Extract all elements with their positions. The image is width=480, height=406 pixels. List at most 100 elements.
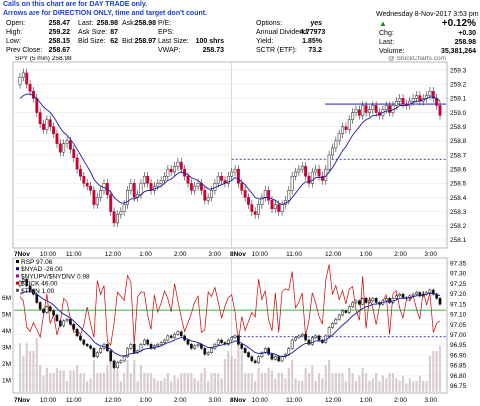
volume-bar: [123, 373, 126, 392]
breadth-y-tick: 96.95: [450, 342, 467, 349]
legend-entry: $NYAD -26.00: [21, 266, 63, 273]
price-candle-body: [193, 185, 197, 191]
price-candle-body: [367, 109, 371, 113]
price-candle-body: [132, 183, 136, 198]
volume-bar: [324, 365, 327, 392]
breadth-y-tick: 97.30: [450, 271, 467, 278]
rsp-candle-body: [344, 310, 348, 313]
rsp-candle-body: [290, 339, 294, 349]
volume-bar: [267, 367, 270, 392]
price-candle-body: [206, 197, 210, 201]
rsp-candle-body: [79, 335, 82, 341]
rsp-candle-body: [179, 331, 183, 337]
price-candle-body: [99, 190, 103, 198]
price-candle-body: [351, 112, 355, 120]
breadth-y-tick: 96.90: [450, 352, 467, 359]
x-tick: 3:00: [424, 397, 437, 404]
volume-bar: [39, 365, 42, 392]
volume-bar: [65, 380, 69, 392]
volume-bar: [217, 373, 220, 392]
volume-bar: [314, 380, 317, 392]
volume-bar: [143, 373, 146, 392]
volume-bar: [307, 373, 311, 392]
x-tick: 1:00: [139, 251, 152, 258]
price-candle-body: [341, 126, 345, 135]
price-candle-body: [267, 190, 271, 201]
x-tick: 11:00: [286, 397, 302, 404]
pe-label: P/E:: [158, 20, 172, 27]
volume-bar: [129, 373, 132, 392]
breadth-x-tick-labels: 7Nov 10:00 11:00 12:00 1:00 2:00 3:00 8Nov 10:00…: [14, 397, 437, 404]
volume-bar: [412, 380, 415, 392]
legend-swatch: [16, 274, 19, 278]
volume-bar: [375, 373, 378, 392]
rsp-candle-body: [82, 339, 86, 345]
volume-bar: [328, 360, 331, 392]
volume-bar: [344, 380, 348, 392]
rsp-candle-body: [190, 343, 193, 349]
volume-bar: [139, 365, 143, 392]
last-value: 258.98: [96, 20, 118, 27]
rsp-candle-body: [95, 352, 99, 357]
x-tick: 11:00: [66, 397, 82, 404]
volume-bar: [358, 375, 361, 392]
x-tick: 2:00: [394, 397, 407, 404]
volume-bar: [233, 358, 237, 392]
volume-bar: [334, 373, 337, 392]
volume-bar: [69, 370, 72, 392]
volume-bar: [116, 370, 119, 392]
legend-entry: $TICK 46.00: [21, 281, 58, 288]
rsp-candle-body: [341, 310, 344, 316]
day-trade-notice: Calls on this chart are for DAY TRADE on…: [1, 0, 211, 18]
price-candle-body: [179, 161, 183, 170]
rsp-candle-body: [186, 339, 190, 345]
rsp-candle-body: [156, 343, 160, 347]
rsp-candle-body: [193, 345, 197, 349]
volume-bar: [364, 373, 368, 392]
rsp-candle-body: [398, 293, 402, 297]
volume-bar: [388, 373, 391, 392]
breadth-y-tick: 97.25: [450, 281, 467, 288]
rsp-candle-body: [169, 335, 173, 338]
rsp-candle-body: [159, 342, 163, 345]
rsp-candle-body: [304, 333, 307, 341]
price-candle-body: [210, 190, 213, 198]
rsp-candle-body: [132, 343, 136, 353]
price-candle-body: [374, 105, 378, 113]
volume-bar: [32, 351, 35, 392]
x-tick: 12:00: [325, 251, 342, 258]
rsp-candle-body: [233, 335, 237, 338]
legend-swatch: [16, 288, 19, 292]
volume-bar: [304, 367, 307, 392]
x-tick: 11:00: [66, 251, 82, 258]
volume-bar: [55, 367, 59, 392]
volume-bar: [106, 365, 109, 392]
price-candle-body: [119, 211, 123, 215]
volume-bar: [395, 378, 398, 392]
rsp-candle-body: [361, 298, 365, 305]
price-candle-body: [270, 200, 274, 210]
price-candle-body: [196, 183, 200, 187]
legend-swatch: [16, 267, 19, 271]
volume-bar: [247, 373, 250, 392]
rsp-candle-body: [99, 348, 102, 353]
rsp-candle-body: [129, 343, 133, 349]
price-candle-body: [428, 91, 432, 96]
x-tick: 12:00: [105, 251, 122, 258]
rsp-candle-body: [119, 360, 123, 363]
rsp-candle-body: [294, 337, 297, 341]
chg-label: Chg:: [379, 30, 394, 37]
rsp-candle-body: [38, 302, 42, 310]
rsp-candle-body: [364, 298, 368, 303]
price-y-tick: 258.3: [450, 209, 467, 216]
price-y-tick: 258.6: [450, 166, 467, 173]
volume-bar: [18, 343, 22, 392]
volume-bar: [186, 373, 190, 392]
price-candle-body: [438, 105, 442, 116]
volume-bar: [432, 351, 435, 392]
volume-y-tick-labels: 1M 2M 3M 4M 5M 6M: [2, 295, 11, 385]
volume-bar: [311, 365, 314, 392]
volume-bar: [297, 380, 300, 392]
volume-y-tick: 2M: [2, 361, 11, 368]
volume-bar: [227, 351, 230, 392]
